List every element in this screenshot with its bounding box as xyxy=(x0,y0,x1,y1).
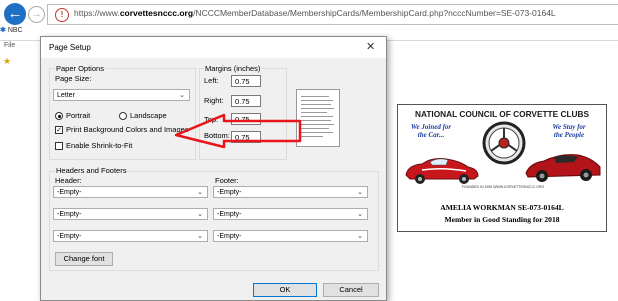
footer-value: -Empty- xyxy=(217,189,242,196)
preview-line xyxy=(301,120,331,121)
preview-line xyxy=(301,108,334,109)
portrait-label: Portrait xyxy=(66,111,91,120)
footer-select-3[interactable]: -Empty- ⌄ xyxy=(213,230,368,242)
preview-line xyxy=(301,128,329,129)
membership-card: NATIONAL COUNCIL OF CORVETTE CLUBS We Jo… xyxy=(397,104,607,232)
certificate-error-icon[interactable]: ! xyxy=(55,8,69,22)
nbc-icon: ✱ xyxy=(0,27,6,34)
page-size-value: Letter xyxy=(57,92,75,99)
footer-value: -Empty- xyxy=(217,211,242,218)
ok-button[interactable]: OK xyxy=(253,283,317,297)
preview-line xyxy=(301,132,333,133)
landscape-radio[interactable] xyxy=(119,112,127,120)
left-margin-input[interactable]: 0.75 xyxy=(231,75,261,87)
paper-options-label: Paper Options xyxy=(55,64,105,73)
close-icon[interactable]: ✕ xyxy=(366,40,375,53)
chevron-down-icon: ⌄ xyxy=(357,211,363,218)
card-title: NATIONAL COUNCIL OF CORVETTE CLUBS xyxy=(414,109,590,119)
url-prefix: https://www. xyxy=(74,8,120,18)
right-margin-input[interactable]: 0.75 xyxy=(231,95,261,107)
headers-footers-label: Headers and Footers xyxy=(55,166,128,175)
header-select-1[interactable]: -Empty- ⌄ xyxy=(53,186,208,198)
url-text[interactable]: https://www.corvettesnccc.org/NCCCMember… xyxy=(74,8,556,18)
page-size-select[interactable]: Letter ⌄ xyxy=(53,89,190,101)
chevron-down-icon: ⌄ xyxy=(197,233,203,240)
shrink-to-fit-checkbox[interactable] xyxy=(55,142,63,150)
url-domain: corvettesnccc.org xyxy=(119,8,194,18)
print-background-label: Print Background Colors and Images xyxy=(66,125,189,134)
favorites-icon[interactable]: ★ xyxy=(3,56,11,67)
card-member-standing: Member in Good Standing for 2018 xyxy=(444,215,560,224)
right-margin-label: Right: xyxy=(204,96,224,105)
page-preview xyxy=(296,89,340,147)
url-path: /NCCCMemberDatabase/MembershipCards/Memb… xyxy=(193,8,556,18)
portrait-radio[interactable] xyxy=(55,112,63,120)
bottom-margin-input[interactable]: 0.75 xyxy=(231,131,261,143)
header-value: -Empty- xyxy=(57,189,82,196)
card-founded-text: FOUNDED IN 1959 WWW.CORVETTESNCCC.ORG xyxy=(461,185,545,189)
card-slogan-left: We Joined for the Car... xyxy=(410,123,452,139)
preview-line xyxy=(301,136,323,137)
chevron-down-icon: ⌄ xyxy=(197,189,203,196)
dialog-body: Paper Options Page Size: Letter ⌄ Portrai… xyxy=(41,58,386,300)
header-select-2[interactable]: -Empty- ⌄ xyxy=(53,208,208,220)
header-label: Header: xyxy=(55,176,82,185)
top-margin-input[interactable]: 0.75 xyxy=(231,113,261,125)
left-margin-label: Left: xyxy=(204,76,219,85)
header-select-3[interactable]: -Empty- ⌄ xyxy=(53,230,208,242)
forward-arrow-icon[interactable]: → xyxy=(28,6,45,23)
cancel-button[interactable]: Cancel xyxy=(323,283,379,297)
preview-line xyxy=(301,96,329,97)
landscape-label: Landscape xyxy=(130,111,167,120)
preview-line xyxy=(301,104,331,105)
margins-label: Margins (inches) xyxy=(204,64,262,73)
steering-wheel-emblem xyxy=(482,121,526,165)
header-value: -Empty- xyxy=(57,211,82,218)
footer-label: Footer: xyxy=(215,176,239,185)
menu-file[interactable]: File xyxy=(4,42,15,49)
card-member-name: AMELIA WORKMAN SE-073-0164L xyxy=(440,203,564,212)
footer-select-1[interactable]: -Empty- ⌄ xyxy=(213,186,368,198)
chevron-down-icon: ⌄ xyxy=(197,211,203,218)
chevron-down-icon: ⌄ xyxy=(357,233,363,240)
card-slogan-right: We Stay for the People xyxy=(552,123,586,139)
preview-line xyxy=(301,112,327,113)
tab-nbc[interactable]: ✱ NBC xyxy=(0,26,23,34)
page-size-label: Page Size: xyxy=(55,74,92,83)
header-value: -Empty- xyxy=(57,233,82,240)
bottom-margin-label: Bottom: xyxy=(204,131,230,140)
footer-select-2[interactable]: -Empty- ⌄ xyxy=(213,208,368,220)
tab-label: NBC xyxy=(7,27,23,34)
footer-value: -Empty- xyxy=(217,233,242,240)
shrink-to-fit-label: Enable Shrink-to-Fit xyxy=(66,141,133,150)
preview-line xyxy=(301,124,334,125)
red-classic-corvette-image xyxy=(405,158,479,184)
back-arrow-icon[interactable]: ← xyxy=(4,3,26,25)
page-setup-dialog: Page Setup ✕ Paper Options Page Size: Le… xyxy=(40,36,387,301)
preview-line xyxy=(301,116,333,117)
chevron-down-icon: ⌄ xyxy=(357,189,363,196)
red-modern-corvette-image xyxy=(525,154,601,182)
dialog-title: Page Setup xyxy=(49,43,91,52)
chevron-down-icon: ⌄ xyxy=(179,92,185,99)
change-font-button[interactable]: Change font xyxy=(55,252,113,266)
preview-line xyxy=(301,100,333,101)
print-background-checkbox[interactable]: ✓ xyxy=(55,126,63,134)
top-margin-label: Top: xyxy=(204,115,219,124)
